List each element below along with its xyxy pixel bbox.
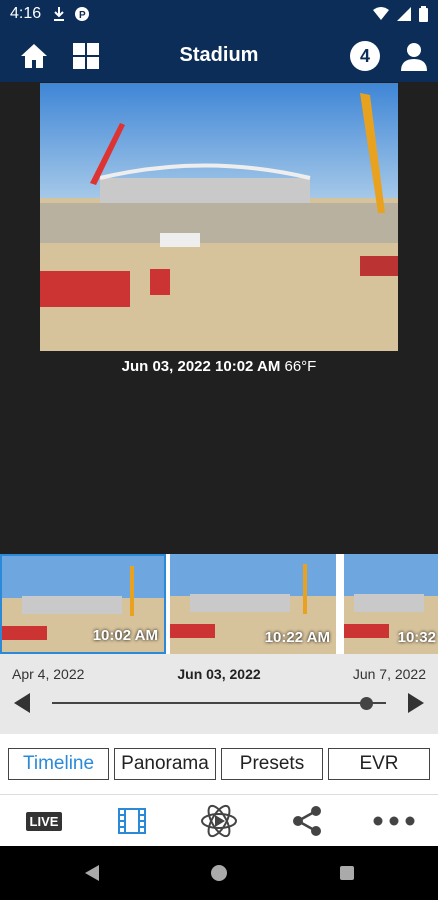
film-button[interactable]: [110, 803, 154, 839]
thumbnail-item[interactable]: 10:02 AM: [0, 554, 166, 654]
timeline-track[interactable]: [52, 702, 386, 704]
construction-site-image: [40, 83, 398, 351]
share-icon: [293, 806, 321, 836]
thumbnail-time: 10:02 AM: [92, 627, 158, 644]
status-time: 4:16: [10, 5, 42, 22]
more-button[interactable]: [372, 803, 416, 839]
back-button[interactable]: [80, 861, 104, 885]
system-nav-bar: [0, 846, 438, 900]
thumbnail-time: 10:22 AM: [264, 629, 330, 646]
app-header: Stadium 4: [0, 30, 438, 82]
tab-panorama[interactable]: Panorama: [114, 748, 216, 780]
tab-timeline[interactable]: Timeline: [8, 748, 109, 780]
thumbnail-item[interactable]: 10:22 AM: [170, 554, 336, 654]
signal-icon: [397, 7, 411, 21]
home-circle-icon: [211, 865, 227, 881]
camera-count-badge[interactable]: 4: [350, 41, 380, 71]
download-icon: [54, 7, 64, 21]
user-icon: [401, 43, 427, 71]
app-notification-icon: P: [75, 7, 89, 21]
atom-play-icon: [201, 804, 237, 838]
battery-icon: [419, 6, 428, 22]
timeline-end-date: Jun 7, 2022: [352, 666, 426, 682]
account-button[interactable]: [398, 40, 430, 72]
recents-icon: [340, 866, 354, 880]
timeline-handle[interactable]: [359, 697, 373, 710]
thumbnail-time: 10:32: [397, 629, 436, 646]
svg-text:P: P: [79, 10, 86, 21]
image-viewer: Jun 03, 2022 10:02 AM 66°F: [0, 82, 438, 552]
share-button[interactable]: [285, 803, 329, 839]
timeline-slider: Apr 4, 2022 Jun 03, 2022 Jun 7, 2022: [0, 654, 438, 734]
previous-arrow-icon[interactable]: [12, 692, 32, 714]
home-nav-button[interactable]: [207, 861, 231, 885]
thumbnail-item[interactable]: 10:32: [344, 554, 438, 654]
live-button[interactable]: LIVE: [22, 803, 66, 839]
status-bar: 4:16 P: [0, 0, 438, 30]
more-icon: [373, 816, 415, 826]
live-label: LIVE: [25, 811, 63, 831]
bottom-toolbar: LIVE: [0, 794, 438, 846]
film-icon: [118, 808, 146, 834]
mode-tabs: Timeline Panorama Presets EVR: [0, 734, 438, 794]
thumbnail-strip: 10:02 AM 10:22 AM 10:32: [0, 554, 438, 654]
back-icon: [85, 865, 99, 881]
next-arrow-icon[interactable]: [406, 692, 426, 714]
recents-button[interactable]: [335, 861, 359, 885]
image-datetime: Jun 03, 2022 10:02 AM: [121, 358, 281, 375]
image-temperature: 66°F: [284, 358, 317, 375]
tab-presets[interactable]: Presets: [221, 748, 323, 780]
wifi-icon: [373, 7, 389, 20]
tab-evr[interactable]: EVR: [328, 748, 430, 780]
camera-image[interactable]: [40, 83, 398, 351]
ai-video-button[interactable]: [197, 803, 241, 839]
image-caption: Jun 03, 2022 10:02 AM 66°F: [0, 358, 438, 375]
